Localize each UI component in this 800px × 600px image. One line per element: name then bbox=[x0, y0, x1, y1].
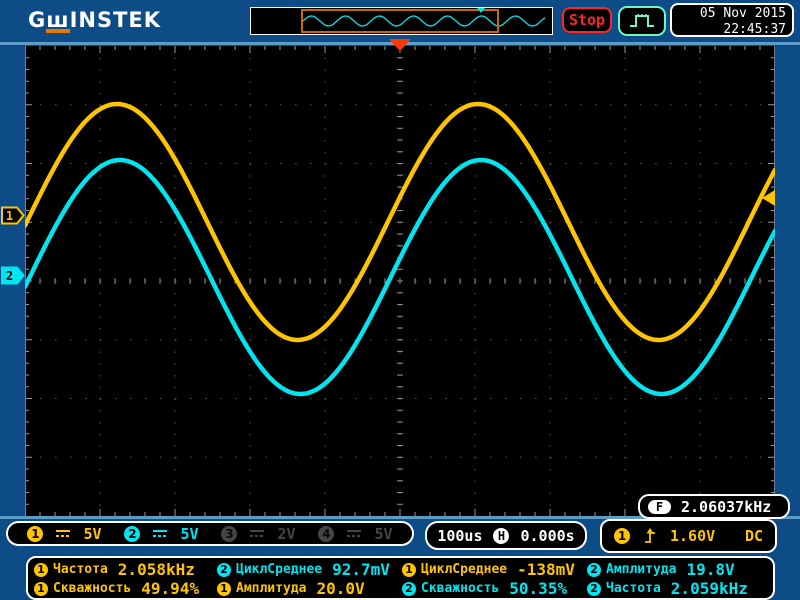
trigger-status[interactable]: 1 1.60V DC bbox=[600, 519, 777, 553]
channel-4-scale: 5V bbox=[374, 525, 392, 543]
channel-badge: 1 bbox=[34, 563, 48, 577]
frequency-counter: F 2.06037kHz bbox=[638, 494, 790, 519]
preview-trigger-marker-icon bbox=[477, 8, 485, 13]
channel-badge: 1 bbox=[217, 582, 231, 596]
measurements-panel: 1 Частота 2.058kHz 2 ЦиклСреднее 92.7mV … bbox=[26, 556, 775, 600]
horizontal-position: 0.000s bbox=[520, 527, 574, 545]
timebase-status[interactable]: 100us H 0.000s bbox=[425, 521, 587, 550]
measurement-6: 1 Амплитуда 20.0V bbox=[217, 579, 402, 598]
ch1-marker-label: 1 bbox=[6, 209, 13, 223]
measurement-label: Скважность bbox=[421, 581, 499, 596]
logo-instek: INSTEK bbox=[70, 8, 161, 32]
measurement-value: 49.94% bbox=[141, 579, 199, 598]
datetime-display: 05 Nov 2015 22:45:37 bbox=[670, 3, 794, 37]
measurement-1: 1 Частота 2.058kHz bbox=[34, 560, 217, 579]
oscilloscope-screen: GшINSTEK Stop 05 Nov 2015 22:45:37 1 2 F… bbox=[0, 0, 800, 600]
measurement-2: 2 ЦиклСреднее 92.7mV bbox=[217, 560, 402, 579]
frequency-counter-value: 2.06037kHz bbox=[681, 498, 771, 516]
ch2-position-marker[interactable]: 2 bbox=[1, 266, 25, 285]
waveform-preview[interactable] bbox=[250, 7, 553, 35]
run-mode-icon-button[interactable] bbox=[618, 6, 666, 36]
channel-status-bar: 1 5V 2 5V 3 2V 4 5V bbox=[6, 521, 414, 546]
measurement-value: 2.059kHz bbox=[671, 579, 748, 598]
measurement-5: 1 Скважность 49.94% bbox=[34, 579, 217, 598]
measurement-3: 1 ЦиклСреднее -138mV bbox=[402, 560, 587, 579]
dc-coupling-icon bbox=[151, 528, 169, 539]
logo-w: ш bbox=[46, 12, 69, 33]
channel-2-status[interactable]: 2 5V bbox=[124, 525, 198, 543]
ch2-marker-label: 2 bbox=[6, 269, 13, 283]
channel-2-badge: 2 bbox=[124, 526, 140, 542]
measurement-label: ЦиклСреднее bbox=[236, 562, 322, 577]
channel-3-status[interactable]: 3 2V bbox=[221, 525, 295, 543]
channel-2-scale: 5V bbox=[180, 525, 198, 543]
measurement-label: Скважность bbox=[53, 581, 131, 596]
measurement-value: -138mV bbox=[517, 560, 575, 579]
dc-coupling-icon bbox=[345, 528, 363, 539]
pulse-icon bbox=[628, 12, 656, 30]
channel-badge: 1 bbox=[402, 563, 416, 577]
rising-edge-icon bbox=[643, 527, 657, 545]
time: 22:45:37 bbox=[672, 22, 786, 38]
measurement-label: Амплитуда bbox=[606, 562, 676, 577]
channel-badge: 2 bbox=[217, 563, 231, 577]
frequency-counter-badge: F bbox=[648, 500, 671, 514]
timebase-scale: 100us bbox=[437, 527, 482, 545]
measurement-label: Частота bbox=[53, 562, 108, 577]
measurement-label: ЦиклСреднее bbox=[421, 562, 507, 577]
channel-badge: 2 bbox=[402, 582, 416, 596]
channel-badge: 2 bbox=[587, 563, 601, 577]
preview-zoom-window[interactable] bbox=[301, 9, 499, 33]
stop-button[interactable]: Stop bbox=[562, 7, 612, 33]
measurement-7: 2 Скважность 50.35% bbox=[402, 579, 587, 598]
trigger-position-marker-icon[interactable] bbox=[389, 39, 411, 51]
date: 05 Nov 2015 bbox=[672, 6, 786, 22]
channel-4-badge: 4 bbox=[318, 526, 334, 542]
channel-badge: 2 bbox=[587, 582, 601, 596]
channel-1-status[interactable]: 1 5V bbox=[27, 525, 101, 543]
channel-badge: 1 bbox=[34, 582, 48, 596]
measurement-value: 19.8V bbox=[686, 560, 734, 579]
measurement-8: 2 Частота 2.059kHz bbox=[587, 579, 773, 598]
channel-1-scale: 5V bbox=[83, 525, 101, 543]
dc-coupling-icon bbox=[54, 528, 72, 539]
measurement-4: 2 Амплитуда 19.8V bbox=[587, 560, 773, 579]
measurement-value: 50.35% bbox=[509, 579, 567, 598]
measurement-value: 20.0V bbox=[316, 579, 364, 598]
trigger-coupling: DC bbox=[745, 527, 763, 545]
ch1-position-marker[interactable]: 1 bbox=[1, 206, 25, 225]
horizontal-icon: H bbox=[493, 528, 509, 544]
gwinstek-logo: GшINSTEK bbox=[28, 8, 161, 33]
trigger-level: 1.60V bbox=[670, 527, 715, 545]
channel-1-badge: 1 bbox=[27, 526, 43, 542]
dc-coupling-icon bbox=[248, 528, 266, 539]
channel-3-badge: 3 bbox=[221, 526, 237, 542]
logo-g: G bbox=[28, 8, 46, 32]
channel-3-scale: 2V bbox=[277, 525, 295, 543]
channel-4-status[interactable]: 4 5V bbox=[318, 525, 392, 543]
measurement-label: Амплитуда bbox=[236, 581, 306, 596]
trigger-source-badge: 1 bbox=[614, 528, 630, 544]
measurement-value: 92.7mV bbox=[332, 560, 390, 579]
measurement-label: Частота bbox=[606, 581, 661, 596]
scope-graticule bbox=[25, 46, 775, 516]
measurement-value: 2.058kHz bbox=[118, 560, 195, 579]
